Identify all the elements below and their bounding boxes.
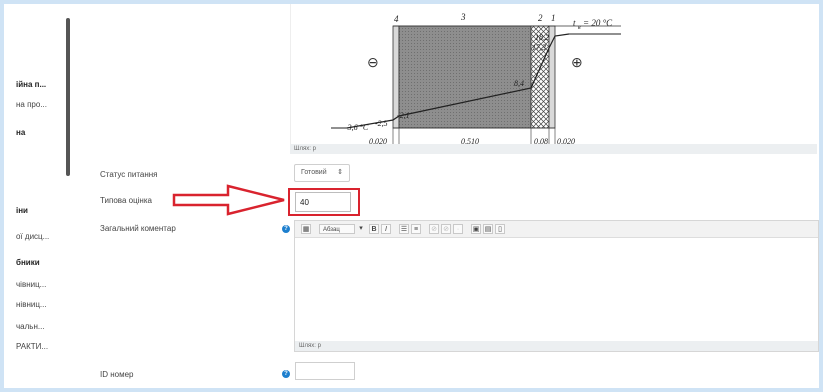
- minus-sign-icon: ⊖: [367, 54, 379, 70]
- sidebar-item[interactable]: іни: [16, 206, 28, 215]
- status-label: Статус питання: [100, 170, 158, 179]
- sidebar-item[interactable]: РАКТИ...: [16, 342, 48, 351]
- inner-temp-symbol: t: [573, 18, 576, 28]
- help-icon[interactable]: ?: [282, 225, 290, 233]
- grade-input[interactable]: 40: [295, 192, 351, 212]
- numbered-list-icon[interactable]: ≡: [411, 224, 421, 234]
- sidebar-item[interactable]: чівниц...: [16, 280, 46, 289]
- sidebar-item[interactable]: бники: [16, 258, 40, 267]
- caret-down-icon[interactable]: ▾: [357, 224, 365, 234]
- caret-down-icon: ⇕: [337, 169, 343, 176]
- red-arrow-annotation: [172, 184, 285, 216]
- layer-number: 2: [538, 13, 543, 23]
- status-value: Готовий: [301, 169, 327, 176]
- temp-value: 18,2: [535, 33, 549, 42]
- temp-value: 8,4: [514, 79, 524, 88]
- feedback-label: Загальний коментар: [100, 224, 176, 233]
- italic-button[interactable]: I: [381, 224, 391, 234]
- plus-sign-icon: ⊕: [571, 54, 583, 70]
- bullet-list-icon[interactable]: ☰: [399, 224, 409, 234]
- sidebar-item[interactable]: чальн...: [16, 322, 45, 331]
- editor-path-bar: Шлях: p: [295, 341, 818, 351]
- sidebar: ійна п... на про... на іни ої дисц... бн…: [4, 4, 76, 388]
- grade-label: Типова оцінка: [100, 196, 152, 205]
- sidebar-item[interactable]: ої дисц...: [16, 232, 49, 241]
- media-icon[interactable]: ▤: [483, 224, 493, 234]
- unlink-icon[interactable]: ⊘: [441, 224, 451, 234]
- expand-toolbar-icon[interactable]: ▦: [301, 224, 311, 234]
- sidebar-item[interactable]: ійна п...: [16, 80, 46, 89]
- inner-temp-value: = 20 °C: [583, 18, 613, 28]
- app-frame: ійна п... на про... на іни ої дисц... бн…: [4, 4, 819, 388]
- paragraph-select[interactable]: Абзац: [319, 224, 355, 234]
- editor-toolbar: ▦ Абзац ▾ B I ☰ ≡ ⊘ ⊘ · ▣ ▤ ▯: [295, 221, 818, 238]
- inner-temp-subscript: в: [578, 25, 581, 31]
- status-select[interactable]: Готовий ⇕: [294, 164, 350, 182]
- id-label: ID номер: [100, 370, 134, 379]
- emoticon-icon[interactable]: ·: [453, 224, 463, 234]
- sidebar-scrollbar[interactable]: [66, 18, 70, 176]
- link-icon[interactable]: ⊘: [429, 224, 439, 234]
- layer-number: 1: [551, 13, 556, 23]
- diagram-path-bar: Шлях: p: [290, 144, 817, 154]
- image-icon[interactable]: ▣: [471, 224, 481, 234]
- help-icon[interactable]: ?: [282, 370, 290, 378]
- id-input[interactable]: [295, 362, 355, 380]
- outer-temp-value: -3,6 °C: [345, 123, 369, 132]
- sidebar-item[interactable]: нівниц...: [16, 300, 47, 309]
- paste-icon[interactable]: ▯: [495, 224, 505, 234]
- sidebar-item[interactable]: на про...: [16, 100, 47, 109]
- feedback-editor[interactable]: ▦ Абзац ▾ B I ☰ ≡ ⊘ ⊘ · ▣ ▤ ▯ Шлях: p: [294, 220, 819, 352]
- brick-layer: [398, 25, 532, 129]
- temp-value: -2,5: [375, 119, 388, 128]
- temp-value: 17,3: [532, 43, 546, 52]
- temp-value: -2,1: [397, 111, 410, 120]
- paragraph-select-value: Абзац: [323, 227, 340, 233]
- diagram-svg: 4 3 2 1 t в = 20 °C 18,2 17,3 8,4 -2,1 -…: [331, 12, 621, 146]
- layer-number: 4: [394, 14, 399, 24]
- sidebar-item[interactable]: на: [16, 128, 25, 137]
- layer-number: 3: [460, 12, 466, 22]
- wall-temperature-diagram: 4 3 2 1 t в = 20 °C 18,2 17,3 8,4 -2,1 -…: [290, 4, 759, 150]
- bold-button[interactable]: B: [369, 224, 379, 234]
